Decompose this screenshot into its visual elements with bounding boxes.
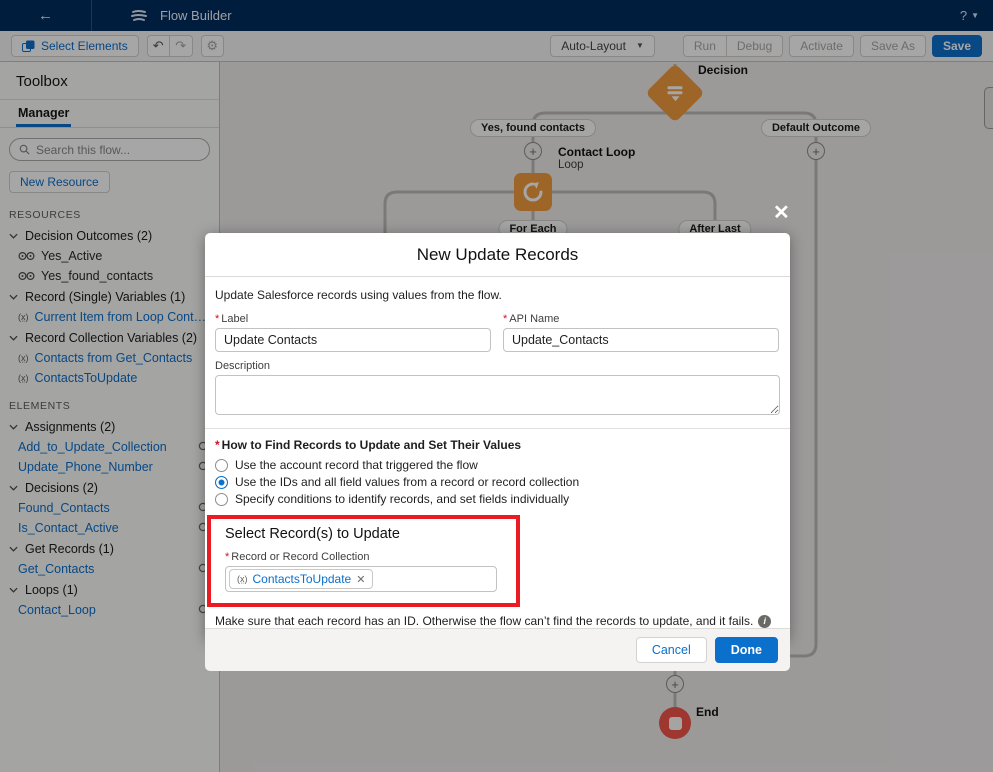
how-to-find-legend: *How to Find Records to Update and Set T… (215, 438, 780, 452)
select-records-heading: Select Record(s) to Update (225, 526, 506, 542)
radio-ids-and-field-values[interactable]: Use the IDs and all field values from a … (215, 475, 780, 489)
modal-header: New Update Records (205, 233, 790, 277)
api-name-field-label: *API Name (503, 313, 779, 325)
label-field-label: *Label (215, 313, 491, 325)
record-id-note: Make sure that each record has an ID. Ot… (215, 614, 780, 628)
record-variable-icon: (x̤) (237, 574, 248, 584)
radio-button-icon-selected[interactable] (215, 476, 228, 489)
api-name-field-input[interactable] (503, 328, 779, 352)
radio-button-icon[interactable] (215, 459, 228, 472)
new-update-records-modal: New Update Records Update Salesforce rec… (205, 233, 790, 640)
highlight-annotation-box: Select Record(s) to Update *Record or Re… (207, 515, 520, 607)
label-field-input[interactable] (215, 328, 491, 352)
info-icon[interactable]: i (758, 615, 771, 628)
cancel-button[interactable]: Cancel (636, 637, 707, 663)
record-collection-field-label: *Record or Record Collection (225, 551, 506, 563)
required-asterisk: * (215, 438, 220, 452)
radio-button-icon[interactable] (215, 493, 228, 506)
required-asterisk: * (215, 313, 219, 325)
modal-title: New Update Records (219, 245, 776, 265)
radio-specify-conditions[interactable]: Specify conditions to identify records, … (215, 492, 780, 506)
required-asterisk: * (225, 551, 229, 563)
radio-triggering-record[interactable]: Use the account record that triggered th… (215, 458, 780, 472)
modal-divider (205, 428, 790, 429)
record-collection-combobox[interactable]: (x̤) ContactsToUpdate ✕ (225, 566, 497, 592)
modal-body: Update Salesforce records using values f… (205, 277, 790, 628)
flow-builder-app: ← Flow Builder ? ▼ Select Elements ↶ ↷ ⚙ (0, 0, 993, 772)
description-field-input[interactable] (215, 375, 780, 415)
remove-pill-icon[interactable]: ✕ (356, 573, 365, 586)
resource-pill-label: ContactsToUpdate (253, 572, 352, 586)
done-button[interactable]: Done (715, 637, 778, 663)
description-field-label: Description (215, 360, 780, 372)
modal-footer: Cancel Done (205, 628, 790, 671)
close-icon[interactable]: ✕ (773, 203, 790, 223)
required-asterisk: * (503, 313, 507, 325)
modal-intro-text: Update Salesforce records using values f… (215, 288, 780, 302)
resource-pill[interactable]: (x̤) ContactsToUpdate ✕ (229, 569, 373, 589)
